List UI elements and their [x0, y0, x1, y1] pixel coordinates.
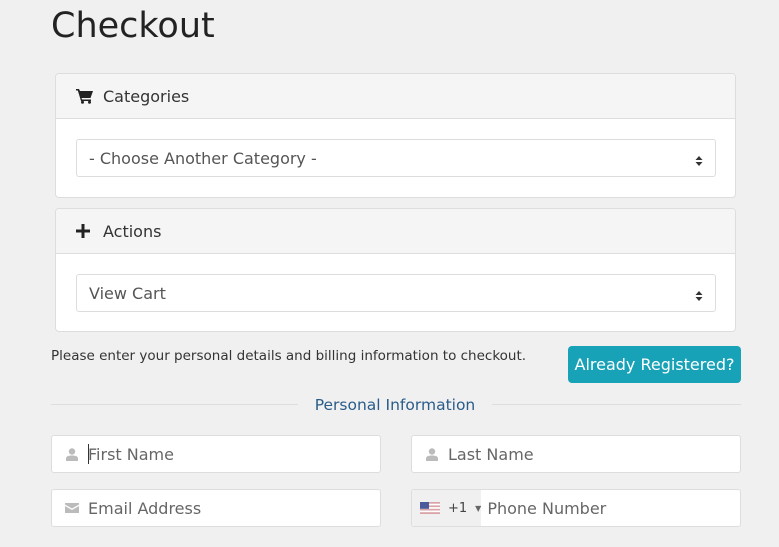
user-icon: [65, 447, 79, 461]
personal-information-title: Personal Information: [314, 396, 476, 414]
categories-panel-heading: Categories: [56, 74, 735, 119]
page-title: Checkout: [51, 6, 215, 46]
category-select-value: - Choose Another Category -: [89, 148, 317, 168]
actions-heading-label: Actions: [103, 221, 162, 241]
user-icon: [425, 447, 439, 461]
first-name-field[interactable]: [51, 435, 381, 473]
action-select-value: View Cart: [89, 283, 166, 303]
email-field[interactable]: [51, 489, 381, 527]
actions-panel-heading: Actions: [56, 209, 735, 254]
dropdown-arrow-icon: ▼: [475, 503, 482, 513]
section-divider-left: [51, 404, 298, 405]
shopping-cart-icon: [76, 88, 96, 104]
checkout-instructions: Please enter your personal details and b…: [51, 348, 527, 364]
envelope-icon: [65, 501, 79, 515]
plus-icon: [76, 223, 96, 239]
dial-code: +1: [448, 500, 468, 516]
us-flag-icon: [420, 502, 440, 514]
country-code-dropdown[interactable]: +1 ▼: [412, 490, 482, 526]
section-divider-right: [492, 404, 741, 405]
select-caret-icon: [695, 152, 703, 166]
actions-panel: Actions View Cart: [55, 208, 736, 332]
email-input[interactable]: [88, 498, 348, 518]
already-registered-button[interactable]: Already Registered?: [568, 346, 741, 383]
last-name-field[interactable]: [411, 435, 741, 473]
first-name-input[interactable]: [88, 444, 348, 464]
phone-field[interactable]: +1 ▼: [411, 489, 741, 527]
action-select[interactable]: View Cart: [76, 274, 716, 312]
last-name-input[interactable]: [448, 444, 708, 464]
phone-number-input[interactable]: [487, 498, 740, 518]
select-caret-icon: [695, 287, 703, 301]
categories-heading-label: Categories: [103, 86, 190, 106]
categories-panel: Categories - Choose Another Category -: [55, 73, 736, 198]
category-select[interactable]: - Choose Another Category -: [76, 139, 716, 177]
